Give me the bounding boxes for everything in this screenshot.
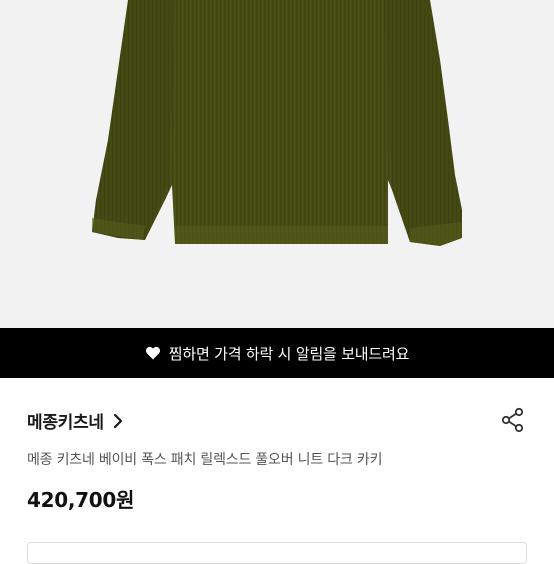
sweater-photo bbox=[92, 0, 462, 246]
wish-alert-banner[interactable]: 찜하면 가격 하락 시 알림을 보내드려요 bbox=[0, 328, 554, 378]
product-title: 메종 키츠네 베이비 폭스 패치 릴렉스드 풀오버 니트 다크 카키 bbox=[27, 452, 383, 468]
product-image[interactable] bbox=[0, 0, 554, 328]
wish-alert-text: 찜하면 가격 하락 시 알림을 보내드려요 bbox=[168, 344, 410, 363]
share-icon[interactable] bbox=[500, 407, 526, 433]
product-info: 메종키츠네 메종 키츠네 베이비 폭스 패치 릴렉스드 풀오버 니트 다크 카키… bbox=[0, 378, 554, 564]
chevron-right-icon bbox=[113, 413, 122, 428]
brand-name: 메종키츠네 bbox=[27, 413, 104, 433]
option-box[interactable] bbox=[27, 542, 527, 564]
product-price: 420,700원 bbox=[27, 488, 135, 512]
brand-link[interactable]: 메종키츠네 bbox=[27, 408, 124, 433]
heart-icon bbox=[145, 346, 160, 360]
